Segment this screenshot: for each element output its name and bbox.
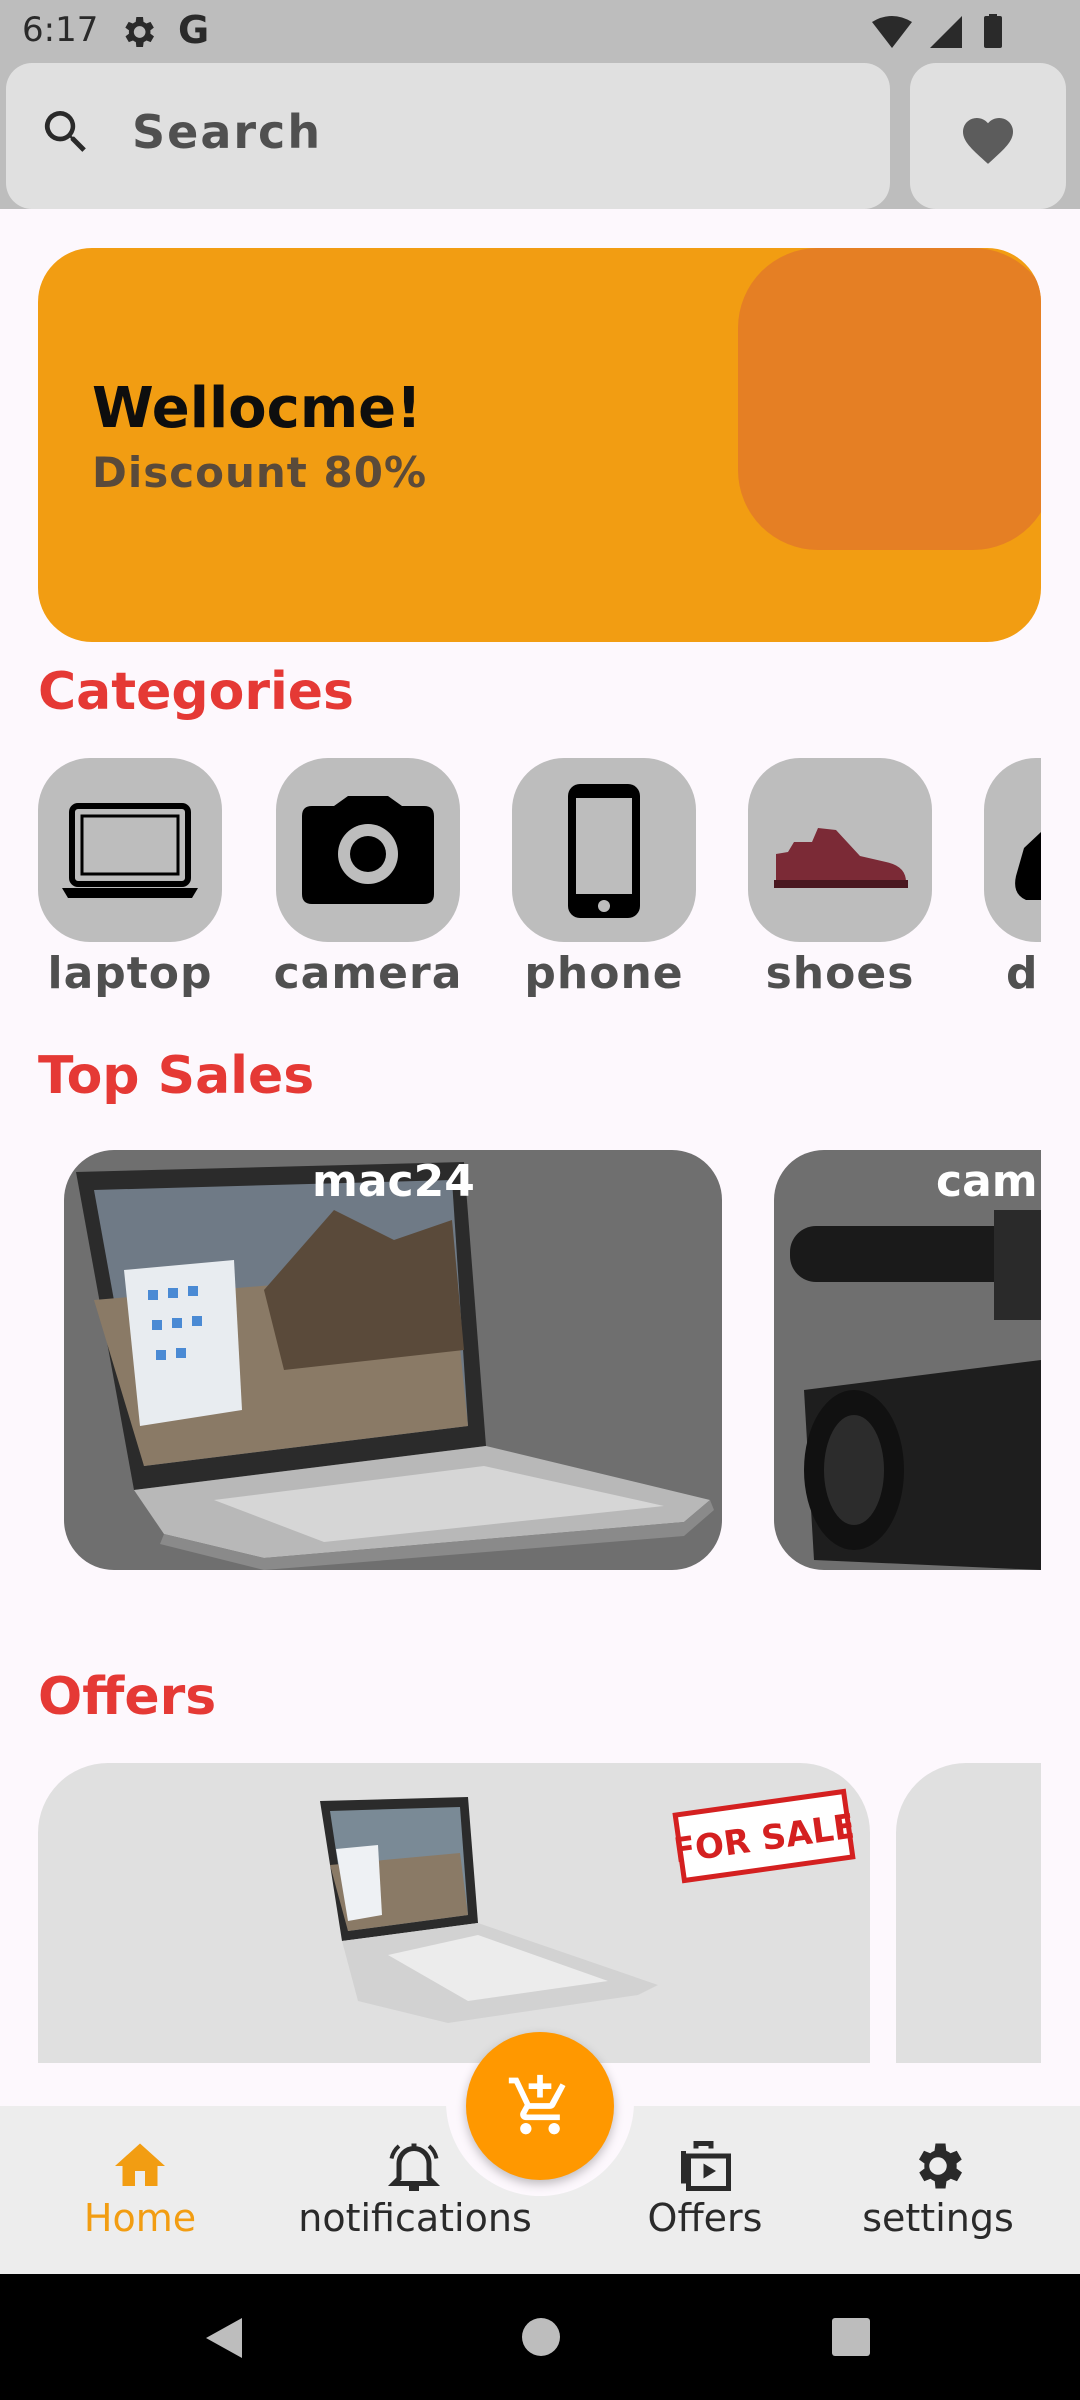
laptop-image [76,1162,714,1570]
gear-icon [919,2143,962,2189]
google-icon: G [178,8,210,52]
sale-title-cam: cam [936,1156,1038,1207]
banner-decoration [738,248,1041,550]
banner-title: Wellocme! [92,376,422,441]
partial-category-icon [1015,832,1041,900]
status-time: 6:17 [22,10,99,50]
shoe-icon [774,828,908,888]
phone-icon [568,784,640,918]
category-label-laptop[interactable]: laptop [12,948,248,999]
banner-subtitle: Discount 80% [92,448,428,497]
add-to-cart-icon [508,2074,566,2135]
heart-icon [963,118,1013,164]
category-label-partial[interactable]: d [1006,948,1046,999]
offer-card-partial[interactable] [896,1763,1041,2063]
category-laptop[interactable] [38,758,222,942]
category-phone[interactable] [512,758,696,942]
search-placeholder[interactable]: Search [132,105,322,159]
nav-label-offers[interactable]: Offers [630,2196,780,2240]
nav-label-home[interactable]: Home [60,2196,220,2240]
offers-icon [681,2141,731,2191]
settings-gear-icon [125,17,154,47]
back-icon[interactable] [200,2314,248,2362]
home-icon [115,2143,165,2186]
sale-title-mac24: mac24 [312,1156,475,1207]
laptop-icon [62,803,198,898]
home-button-icon[interactable] [520,2316,562,2358]
category-partial[interactable] [984,758,1041,942]
camcorder-image [790,1210,1041,1570]
camera-icon [302,796,434,904]
top-sales-title: Top Sales [38,1046,315,1106]
category-label-phone[interactable]: phone [486,948,722,999]
category-camera[interactable] [276,758,460,942]
nav-label-notifications[interactable]: notifications [280,2196,550,2240]
search-icon [44,111,86,152]
offer-laptop-image [320,1797,658,2023]
welcome-banner[interactable]: Wellocme! Discount 80% [38,248,1041,642]
nav-label-settings[interactable]: settings [850,2196,1026,2240]
bell-icon [387,2143,441,2191]
categories-title: Categories [38,662,355,722]
category-shoes[interactable] [748,758,932,942]
sale-card-cam[interactable]: cam [774,1150,1041,1570]
sale-card-mac24[interactable]: mac24 [64,1150,722,1570]
category-label-camera[interactable]: camera [250,948,486,999]
status-indicators-icon [872,14,1002,48]
recents-icon[interactable] [830,2316,872,2358]
offers-title: Offers [38,1667,217,1727]
category-label-shoes[interactable]: shoes [722,948,958,999]
